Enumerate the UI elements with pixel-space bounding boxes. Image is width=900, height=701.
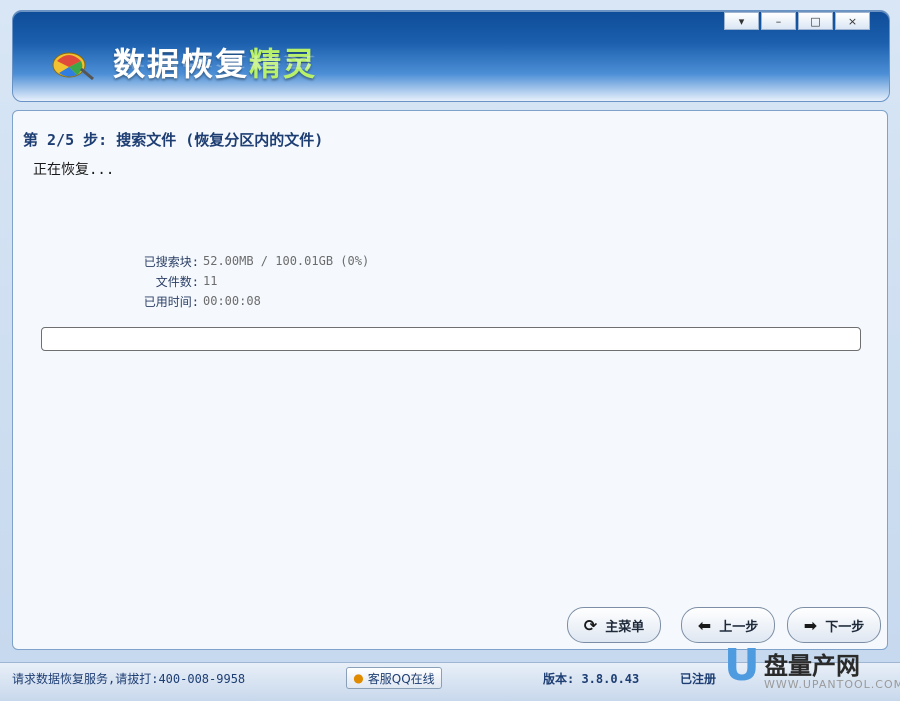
window-controls: ▾ – □ × <box>722 12 870 30</box>
prev-step-label: 上一步 <box>719 619 759 635</box>
app-title-reflection-main: 数据恢复 <box>113 53 250 71</box>
stat-value: 00:00:08 <box>203 294 261 308</box>
close-button[interactable]: × <box>835 12 870 30</box>
step-title: 第 2/5 步: 搜索文件 (恢复分区内的文件) <box>23 131 324 149</box>
app-title-reflection: 数据恢复精灵 <box>113 52 317 73</box>
maximize-button[interactable]: □ <box>798 12 833 30</box>
stat-value: 11 <box>203 274 218 288</box>
registration-status: 已注册 <box>680 672 717 686</box>
main-menu-label: 主菜单 <box>605 619 645 635</box>
version-text: 版本: 3.8.0.43 <box>543 672 640 686</box>
app-logo-icon <box>52 52 94 81</box>
main-menu-button[interactable]: ⟳ 主菜单 <box>567 607 661 643</box>
refresh-icon: ⟳ <box>583 615 598 635</box>
watermark-brand: 盘量产网 <box>764 652 860 680</box>
dropdown-menu-button[interactable]: ▾ <box>724 12 759 30</box>
next-step-label: 下一步 <box>825 619 865 635</box>
progress-bar <box>41 327 861 351</box>
qq-penguin-icon: ● <box>353 671 364 685</box>
next-step-button[interactable]: ➡ 下一步 <box>787 607 881 643</box>
stat-label: 已用时间: <box>143 294 199 309</box>
stat-row-elapsed: 已用时间: 00:00:08 <box>97 291 369 311</box>
app-window: 数据恢复精灵 数据恢复精灵 ▾ – □ × 第 2/5 步: 搜索文件 (恢复分… <box>0 0 900 701</box>
app-title-reflection-accent: 精灵 <box>249 53 318 71</box>
stat-label: 文件数: <box>155 274 199 289</box>
status-text: 正在恢复... <box>33 162 115 178</box>
stat-value: 52.00MB / 100.01GB (0%) <box>203 254 370 268</box>
service-hotline: 请求数据恢复服务,请拔打:400-008-9958 <box>12 672 246 686</box>
watermark-url: WWW.UPANTOOL.COM <box>764 678 900 691</box>
minimize-button[interactable]: – <box>761 12 796 30</box>
arrow-right-icon: ➡ <box>803 615 818 635</box>
site-watermark: U 盘量产网 WWW.UPANTOOL.COM <box>724 640 900 698</box>
qq-support-button[interactable]: ● 客服QQ在线 <box>346 667 442 689</box>
main-panel: 第 2/5 步: 搜索文件 (恢复分区内的文件) 正在恢复... 已搜索块: 5… <box>12 110 888 650</box>
watermark-u-logo: U <box>724 640 760 691</box>
stat-label: 已搜索块: <box>143 254 199 269</box>
qq-support-label: 客服QQ在线 <box>367 671 435 686</box>
stat-row-file-count: 文件数: 11 <box>97 271 369 291</box>
scan-stats: 已搜索块: 52.00MB / 100.01GB (0%) 文件数: 11 已用… <box>97 251 369 311</box>
prev-step-button[interactable]: ⬅ 上一步 <box>681 607 775 643</box>
stat-row-searched: 已搜索块: 52.00MB / 100.01GB (0%) <box>97 251 369 271</box>
arrow-left-icon: ⬅ <box>697 615 712 635</box>
